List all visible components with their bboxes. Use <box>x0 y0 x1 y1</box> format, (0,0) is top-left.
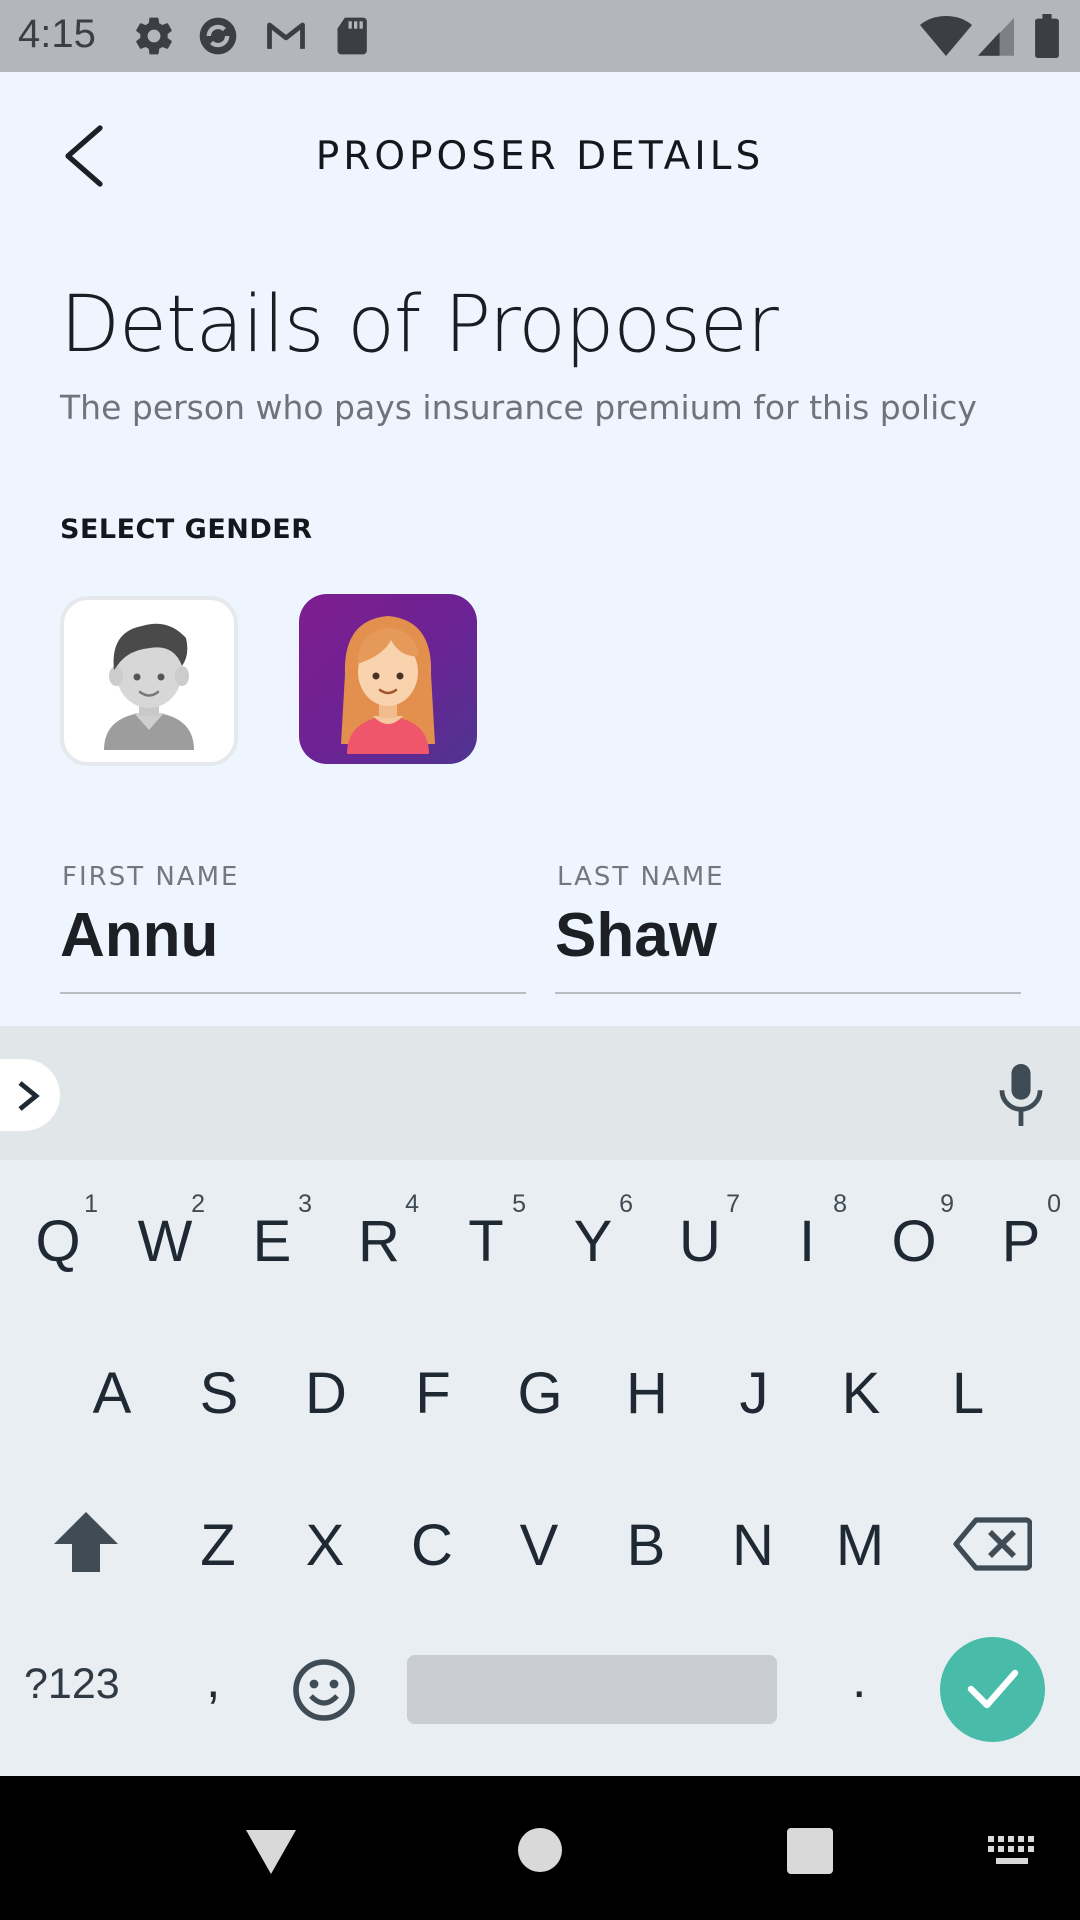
key-m[interactable]: M <box>810 1484 910 1604</box>
key-y[interactable]: Y6 <box>543 1180 643 1300</box>
key-w[interactable]: W2 <box>115 1180 215 1300</box>
back-triangle-icon[interactable] <box>246 1830 296 1874</box>
page-title: Details of Proposer <box>60 280 779 370</box>
key-k[interactable]: K <box>811 1332 911 1452</box>
home-circle-icon[interactable] <box>518 1828 562 1872</box>
last-name-label: LAST NAME <box>557 862 725 892</box>
key-letter: B <box>626 1513 666 1578</box>
battery-icon <box>1035 14 1059 58</box>
key-number-hint: 7 <box>726 1190 740 1218</box>
page-subtitle: The person who pays insurance premium fo… <box>60 388 977 427</box>
status-time: 4:15 <box>18 12 96 56</box>
key-letter: M <box>835 1513 885 1578</box>
gender-female-option[interactable] <box>299 594 477 764</box>
gear-icon <box>136 17 172 55</box>
key-letter: J <box>739 1361 769 1426</box>
symbols-key[interactable]: ?123 <box>24 1660 120 1709</box>
signal-icon <box>978 18 1014 56</box>
key-v[interactable]: V <box>489 1484 589 1604</box>
space-key[interactable] <box>407 1655 777 1724</box>
key-letter: S <box>199 1361 239 1426</box>
key-i[interactable]: I8 <box>757 1180 857 1300</box>
app-header: PROPOSER DETAILS <box>0 72 1080 242</box>
key-letter: H <box>626 1361 668 1426</box>
gender-male-option[interactable] <box>60 596 238 766</box>
system-nav-bar <box>0 1776 1080 1920</box>
key-number-hint: 6 <box>619 1190 633 1218</box>
checkmark-icon <box>967 1669 1019 1709</box>
key-letter: V <box>519 1513 559 1578</box>
female-avatar-icon <box>341 616 435 754</box>
keyboard-suggestion-bar <box>0 1026 1080 1160</box>
key-o[interactable]: O9 <box>864 1180 964 1300</box>
male-avatar-icon <box>104 623 194 750</box>
last-name-value: Shaw <box>555 901 717 970</box>
key-number-hint: 1 <box>84 1190 98 1218</box>
key-letter: K <box>841 1361 881 1426</box>
key-number-hint: 9 <box>940 1190 954 1218</box>
gender-section-label: SELECT GENDER <box>60 514 313 545</box>
key-number-hint: 4 <box>405 1190 419 1218</box>
key-h[interactable]: H <box>597 1332 697 1452</box>
wifi-icon <box>920 16 972 56</box>
key-c[interactable]: C <box>382 1484 482 1604</box>
key-b[interactable]: B <box>596 1484 696 1604</box>
key-letter: C <box>411 1513 453 1578</box>
key-p[interactable]: P0 <box>971 1180 1071 1300</box>
key-number-hint: 3 <box>298 1190 312 1218</box>
key-q[interactable]: Q1 <box>8 1180 108 1300</box>
key-u[interactable]: U7 <box>650 1180 750 1300</box>
key-r[interactable]: R4 <box>329 1180 429 1300</box>
status-bar: 4:15 <box>0 0 1080 72</box>
key-j[interactable]: J <box>704 1332 804 1452</box>
microphone-icon[interactable] <box>996 1064 1046 1126</box>
key-letter: A <box>92 1361 132 1426</box>
period-key[interactable]: . <box>852 1650 866 1710</box>
emoji-icon[interactable] <box>292 1658 356 1722</box>
sd-card-icon <box>337 17 367 55</box>
first-name-value: Annu <box>60 901 219 970</box>
keyboard-switch-icon[interactable] <box>988 1836 1038 1868</box>
key-f[interactable]: F <box>383 1332 483 1452</box>
first-name-label: FIRST NAME <box>62 862 240 892</box>
key-number-hint: 5 <box>512 1190 526 1218</box>
key-g[interactable]: G <box>490 1332 590 1452</box>
key-letter: Z <box>200 1513 236 1578</box>
sync-icon <box>199 17 237 55</box>
key-letter: X <box>305 1513 345 1578</box>
first-name-field[interactable]: FIRST NAME Annu <box>60 858 526 994</box>
key-x[interactable]: X <box>275 1484 375 1604</box>
key-d[interactable]: D <box>276 1332 376 1452</box>
key-s[interactable]: S <box>169 1332 269 1452</box>
key-n[interactable]: N <box>703 1484 803 1604</box>
gmail-icon <box>267 22 305 49</box>
recents-square-icon[interactable] <box>787 1828 833 1874</box>
key-z[interactable]: Z <box>168 1484 268 1604</box>
key-number-hint: 8 <box>833 1190 847 1218</box>
key-e[interactable]: E3 <box>222 1180 322 1300</box>
page-header-title: PROPOSER DETAILS <box>315 134 765 179</box>
chevron-right-icon <box>18 1081 40 1111</box>
key-letter: L <box>951 1361 985 1426</box>
key-l[interactable]: L <box>918 1332 1018 1452</box>
key-number-hint: 0 <box>1047 1190 1061 1218</box>
key-a[interactable]: A <box>62 1332 162 1452</box>
key-letter: D <box>305 1361 347 1426</box>
shift-icon[interactable] <box>52 1510 120 1574</box>
key-letter: N <box>732 1513 774 1578</box>
comma-key[interactable]: , <box>206 1650 220 1710</box>
key-t[interactable]: T5 <box>436 1180 536 1300</box>
keyboard-expand-button[interactable] <box>0 1059 60 1131</box>
backspace-icon[interactable] <box>952 1516 1032 1572</box>
key-number-hint: 2 <box>191 1190 205 1218</box>
done-key[interactable] <box>940 1637 1045 1742</box>
key-letter: G <box>517 1361 563 1426</box>
last-name-field[interactable]: LAST NAME Shaw <box>555 858 1021 994</box>
key-letter: F <box>415 1361 451 1426</box>
